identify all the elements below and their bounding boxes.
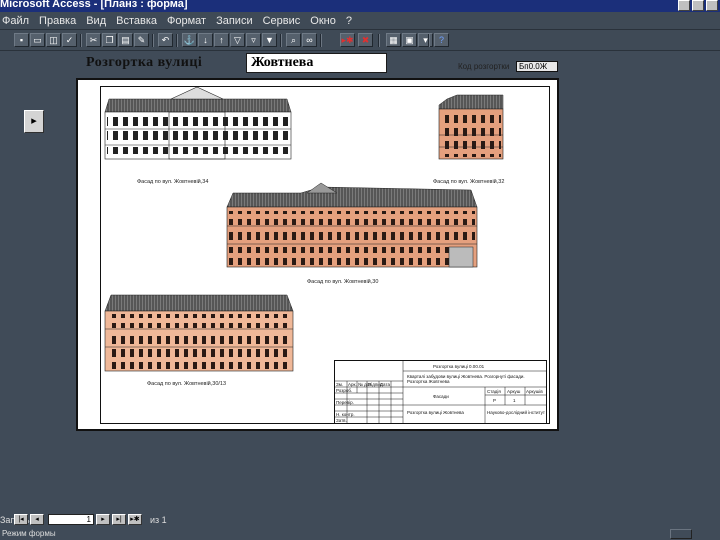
code-label: Код розгортки [458,62,510,71]
toolbar-separator [80,34,82,47]
cut-icon[interactable]: ✂ [86,33,101,47]
menu-insert[interactable]: Вставка [116,15,157,27]
new-record-icon[interactable]: ▸✱ [340,33,355,47]
sort-desc-icon[interactable]: ↑ [214,33,229,47]
record-total: из 1 [150,515,167,525]
sort-asc-icon[interactable]: ↓ [198,33,213,47]
filter-selection-icon[interactable]: ▽ [230,33,245,47]
delete-record-icon[interactable]: ✖ [358,33,373,47]
facade-building-30 [226,182,478,268]
toolbar-separator [280,34,282,47]
close-button[interactable] [706,0,718,11]
menu-tools[interactable]: Сервис [263,15,301,27]
hyperlink-icon[interactable]: ⚓ [182,33,197,47]
status-panel [670,529,692,539]
undo-icon[interactable]: ↶ [158,33,173,47]
first-record-button[interactable]: |◂ [14,514,28,525]
tb-facade-label: Фасади [433,394,449,399]
tb-row-label-5: Дата [380,382,390,387]
window-title-bar: Microsoft Access - [Планз : форма] [0,0,720,12]
tb-org: Науково-дослідний інститут [487,410,545,415]
help-icon[interactable]: ? [434,33,449,47]
facade-drawing-image: Фасад по вул. Жовтневій,34 Фасад по вул.… [76,78,559,431]
database-window-icon[interactable]: ▦ [386,33,401,47]
tb-row-label-1: Зм. [336,382,344,387]
facade-building-32 [438,94,504,160]
tb-scale-note: Розгортка вулиці Жовтнева [407,410,464,415]
tb-sheet-value: 1 [513,398,516,403]
tb-left-4: Затв. [336,418,347,423]
menu-edit[interactable]: Правка [39,15,76,27]
toolbar-separator [176,34,178,47]
facade-building-30-13 [104,294,294,372]
tb-stage-value: Р [493,398,497,403]
code-field[interactable]: Бп0.0Ж [516,61,558,72]
toolbar-separator [428,34,430,47]
minimize-button[interactable] [678,0,690,11]
sheet-code: Розгортка вулиці 0.00.01 [433,364,485,369]
paste-icon[interactable]: ▤ [118,33,133,47]
toolbar-separator [378,34,380,47]
previous-record-button[interactable]: ◂ [30,514,44,525]
save-icon[interactable]: ▪ [14,33,29,47]
drawing-border: Фасад по вул. Жовтневій,34 Фасад по вул.… [100,86,550,424]
facade-caption-34: Фасад по вул. Жовтневій,34 [137,179,209,185]
apply-filter-icon[interactable]: ▼ [262,33,277,47]
tb-left-1: Розроб. [336,388,353,393]
toolbar: ▪ ▭ ◫ ✓ ✂ ❐ ▤ ✎ ↶ ⚓ ↓ ↑ ▽ ▿ ▼ ⌕ ∞ ▸✱ ✖ ▦… [0,29,720,51]
menu-window[interactable]: Окно [310,15,336,27]
record-pointer-icon: ▸ [31,115,37,127]
menu-records[interactable]: Записи [216,15,253,27]
record-selector[interactable]: ▸ [24,110,44,133]
print-icon[interactable]: ▭ [30,33,45,47]
spelling-icon[interactable]: ✓ [62,33,77,47]
toolbar-separator [152,34,154,47]
filter-form-icon[interactable]: ▿ [246,33,261,47]
new-record-nav-button[interactable]: ▸✱ [128,514,142,525]
next-record-button[interactable]: ▸ [96,514,110,525]
toolbar-separator [320,34,322,47]
menu-view[interactable]: Вид [86,15,106,27]
tb-row-label-2: Арк. [348,382,357,387]
find-icon[interactable]: ⌕ [286,33,301,47]
status-bar: Режим формы [0,528,720,540]
maximize-button[interactable] [692,0,704,11]
status-text: Режим формы [2,529,56,538]
last-record-button[interactable]: ▸| [112,514,126,525]
menu-file[interactable]: Файл [2,15,29,27]
new-object-icon[interactable]: ▣ [402,33,417,47]
title-block: Розгортка вулиці 0.00.01 Кварталі забудо… [334,360,547,424]
menu-bar: Файл Правка Вид Вставка Формат Записи Се… [0,12,720,29]
window-title: Microsoft Access - [Планз : форма] [0,0,188,10]
menu-help[interactable]: ? [346,15,352,27]
current-record-input[interactable]: 1 [48,514,94,525]
tb-sheet-label: Аркуш [507,389,521,394]
facade-caption-30-13: Фасад по вул. Жовтневій,30/13 [147,381,227,387]
street-name-field[interactable]: Жовтнева [246,53,387,73]
tb-sheets-label: Аркушів [526,389,543,394]
tb-left-3: Н. контр. [336,412,355,417]
facade-caption-30: Фасад по вул. Жовтневій,30 [307,279,379,285]
form-title: Розгортка вулиці [86,55,203,70]
format-painter-icon[interactable]: ✎ [134,33,149,47]
tb-stage-label: Стадія [487,389,501,394]
window-controls [678,0,718,12]
preview-icon[interactable]: ◫ [46,33,61,47]
dropdown-arrow-icon[interactable]: ▾ [418,33,433,47]
binoculars-icon[interactable]: ∞ [302,33,317,47]
menu-format[interactable]: Формат [167,15,206,27]
tb-left-2: Перевір. [336,400,354,405]
project-description: Кварталі забудови вулиці Жовтнева. Розго… [407,374,525,384]
facade-caption-32: Фасад по вул. Жовтневій,32 [433,179,505,185]
record-navigation-bar: Запись: |◂ ◂ 1 ▸ ▸| ▸✱ из 1 [0,511,720,528]
facade-building-34 [104,87,292,160]
copy-icon[interactable]: ❐ [102,33,117,47]
